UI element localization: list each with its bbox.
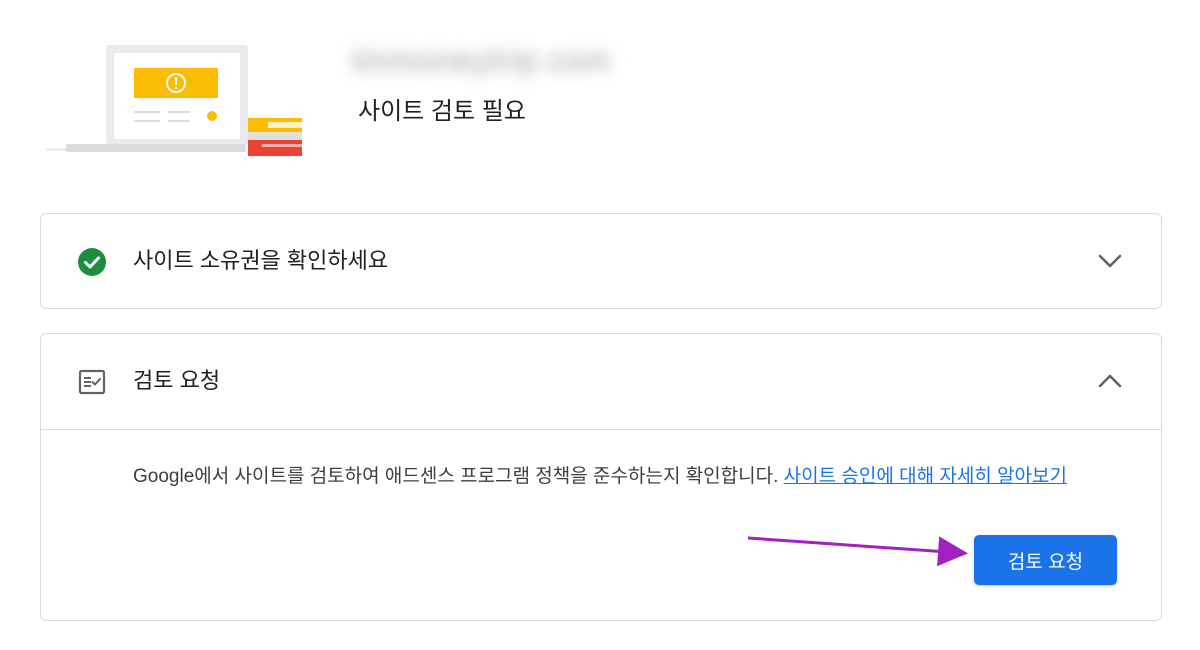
review-card-header[interactable]: 검토 요청 [41, 334, 1161, 430]
site-review-illustration [46, 45, 302, 156]
review-card-body: Google에서 사이트를 검토하여 애드센스 프로그램 정책을 준수하는지 확… [41, 430, 1161, 620]
site-status-title: 사이트 검토 필요 [358, 98, 526, 125]
request-review-button[interactable]: 검토 요청 [974, 535, 1117, 585]
ownership-card[interactable]: 사이트 소유권을 확인하세요 [40, 213, 1162, 309]
ownership-card-title: 사이트 소유권을 확인하세요 [133, 248, 389, 273]
ownership-card-header[interactable]: 사이트 소유권을 확인하세요 [41, 214, 1161, 309]
chevron-up-icon[interactable] [1097, 370, 1123, 392]
check-circle-icon [78, 248, 106, 276]
chevron-down-icon[interactable] [1097, 250, 1123, 272]
learn-more-link[interactable]: 사이트 승인에 대해 자세히 알아보기 [784, 466, 1067, 487]
review-request-card: 검토 요청 Google에서 사이트를 검토하여 애드센스 프로그램 정책을 준… [40, 333, 1162, 621]
review-description-text: Google에서 사이트를 검토하여 애드센스 프로그램 정책을 준수하는지 확… [133, 466, 779, 487]
checklist-icon [78, 369, 106, 395]
adsense-site-page: tinmoneytrip.com 사이트 검토 필요 사이트 소유권을 확인하세… [0, 0, 1200, 650]
review-description: Google에서 사이트를 검토하여 애드센스 프로그램 정책을 준수하는지 확… [133, 464, 1067, 490]
site-url: tinmoneytrip.com [352, 42, 612, 78]
review-card-title: 검토 요청 [133, 368, 221, 393]
